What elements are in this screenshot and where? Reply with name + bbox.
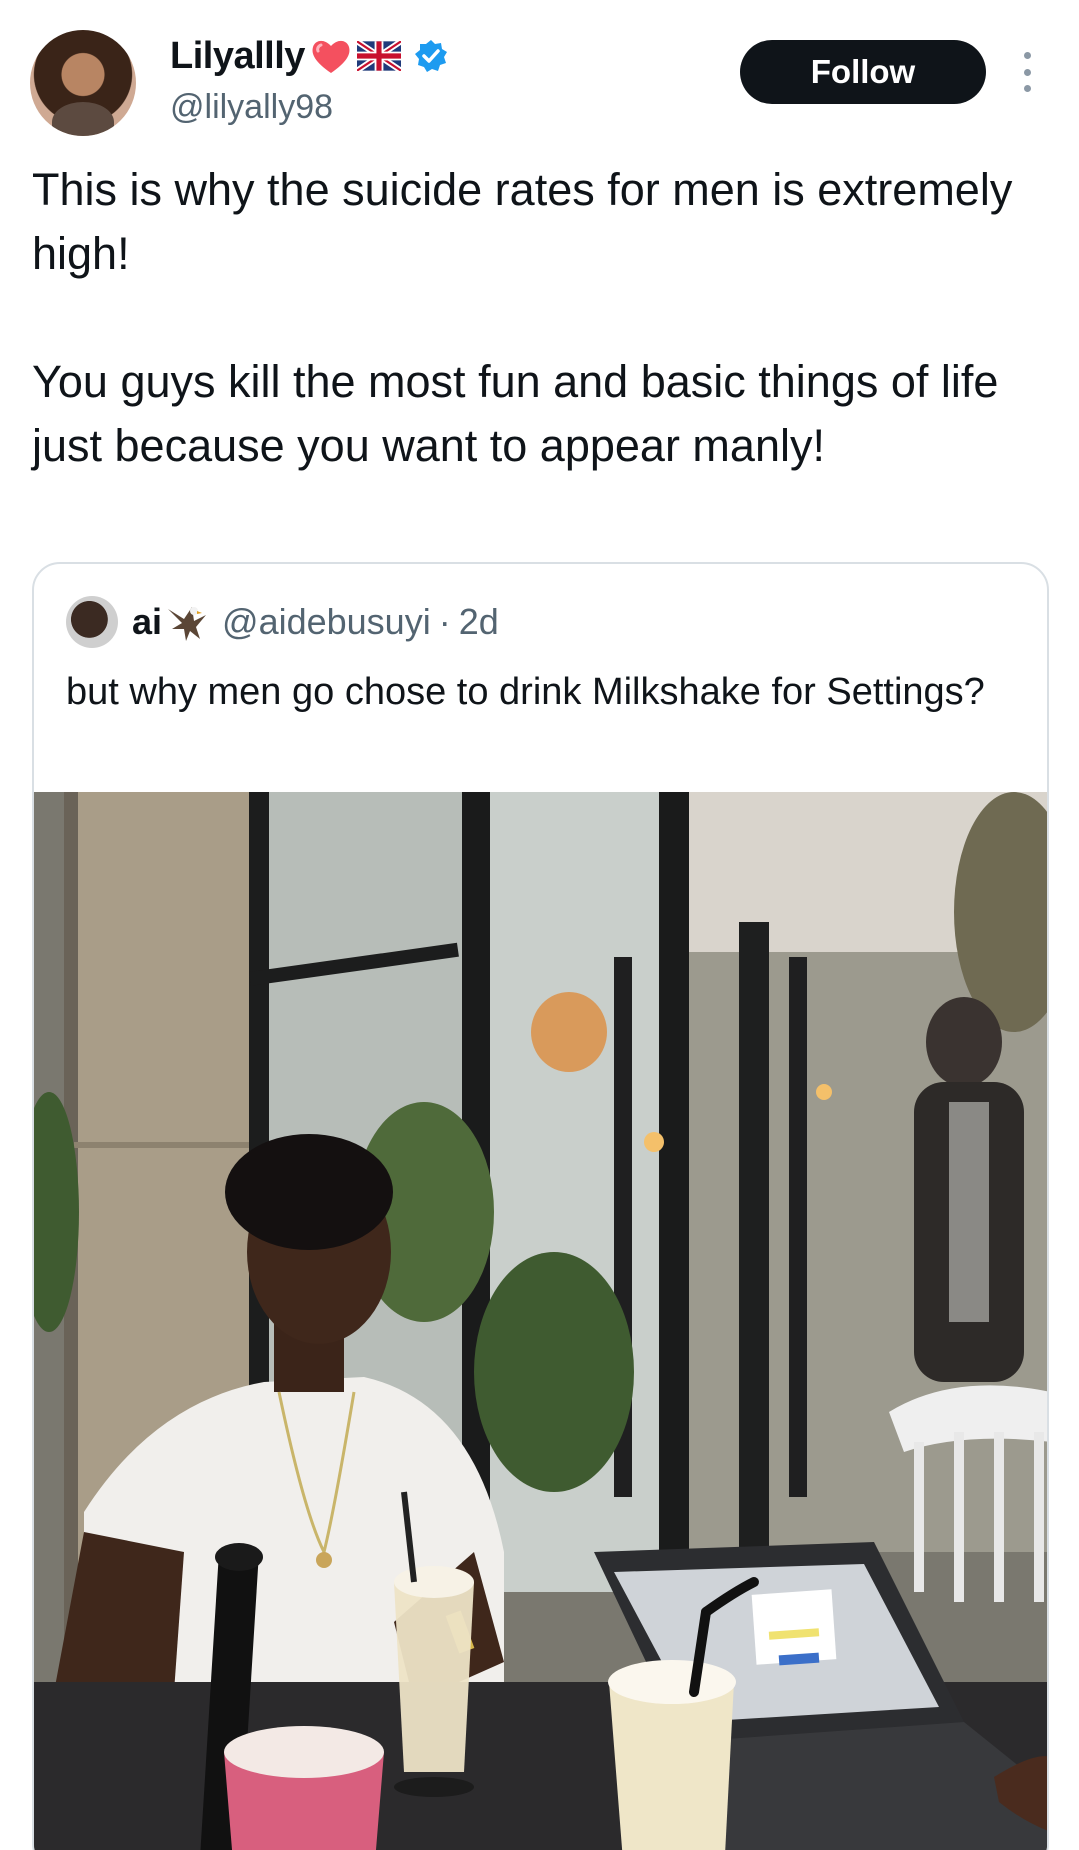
- quoted-author-handle[interactable]: @aidebusuyi: [222, 601, 431, 643]
- author-name-row[interactable]: Lilyallly: [170, 34, 449, 78]
- quoted-tweet-time[interactable]: 2d: [459, 601, 499, 643]
- more-vertical-icon[interactable]: [1018, 52, 1036, 92]
- uk-flag-icon: [355, 38, 403, 74]
- tweet-text: This is why the suicide rates for men is…: [32, 164, 1013, 471]
- separator-dot: ·: [438, 601, 451, 642]
- follow-button[interactable]: Follow: [740, 40, 986, 104]
- quoted-author-avatar[interactable]: [66, 596, 118, 648]
- quoted-tweet-photo[interactable]: [34, 792, 1047, 1850]
- quoted-tweet-card[interactable]: ai @aidebusuyi · 2d but why men go chose…: [32, 562, 1049, 1850]
- tweet-header: Lilyallly @lilyally98 Follow: [0, 0, 1079, 150]
- quoted-tweet-text: but why men go chose to drink Milkshake …: [66, 671, 985, 713]
- author-display-name[interactable]: Lilyallly: [170, 35, 305, 78]
- eagle-icon: [164, 599, 210, 645]
- author-avatar[interactable]: [30, 30, 136, 136]
- heart-icon: [309, 36, 353, 76]
- quoted-author-name[interactable]: ai: [132, 601, 162, 643]
- verified-badge-icon: [413, 38, 449, 74]
- quoted-tweet-header: ai @aidebusuyi · 2d: [66, 594, 499, 650]
- author-handle[interactable]: @lilyally98: [170, 88, 333, 127]
